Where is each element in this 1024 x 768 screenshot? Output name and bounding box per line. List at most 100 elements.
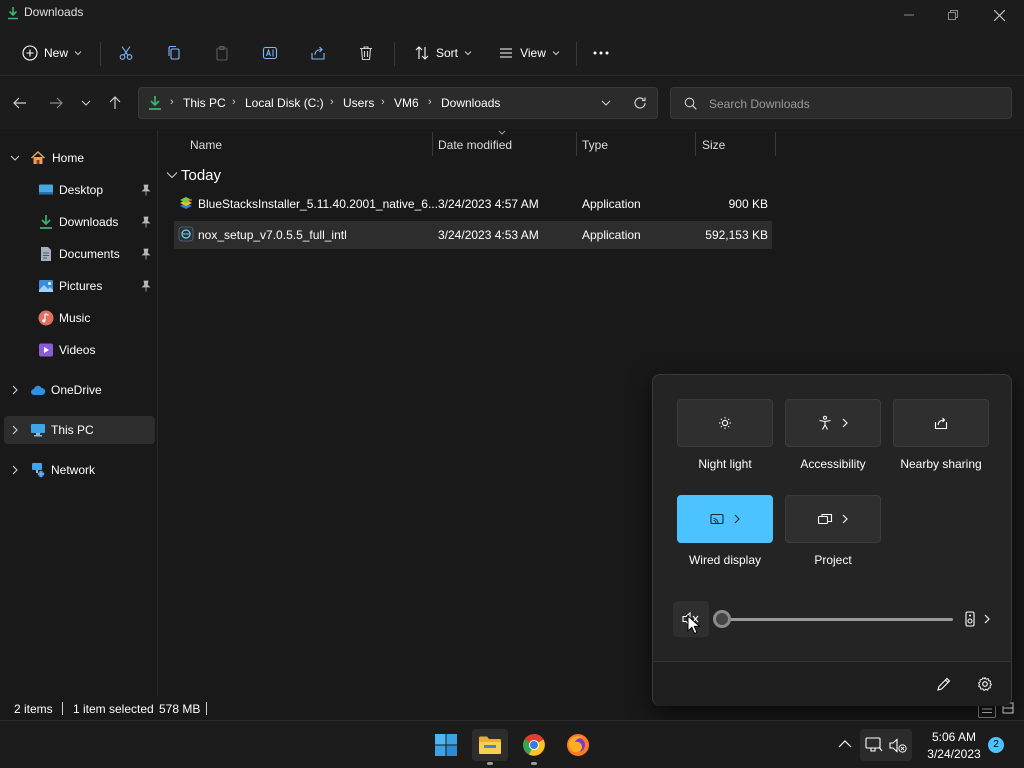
pin-icon[interactable] (141, 248, 151, 260)
search-input[interactable] (709, 95, 999, 113)
sidebar-item-home[interactable]: Home (4, 144, 155, 172)
gear-icon[interactable] (977, 676, 993, 692)
status-separator (62, 702, 63, 715)
more-options-button[interactable] (585, 37, 617, 69)
sort-button[interactable]: Sort (404, 37, 482, 69)
sidebar-item-videos[interactable]: Videos (4, 336, 155, 364)
mouse-cursor-icon (687, 615, 701, 635)
column-header-name[interactable]: Name (190, 138, 222, 152)
breadcrumb-users[interactable]: Users (343, 96, 374, 110)
tile-wired-display[interactable] (677, 495, 773, 543)
pin-icon[interactable] (141, 216, 151, 228)
refresh-icon[interactable] (633, 96, 647, 110)
sidebar-item-documents[interactable]: Documents (4, 240, 155, 268)
breadcrumb-vm6[interactable]: VM6 (394, 96, 419, 110)
tile-label: Nearby sharing (900, 457, 982, 471)
forward-button[interactable] (42, 89, 70, 117)
paste-button[interactable] (206, 37, 238, 69)
pin-icon[interactable] (141, 280, 151, 292)
chevron-right-icon[interactable] (983, 614, 991, 624)
chevron-right-icon[interactable] (10, 425, 20, 435)
breadcrumb-downloads[interactable]: Downloads (441, 96, 500, 110)
taskbar-file-explorer[interactable] (472, 729, 508, 761)
column-header-type[interactable]: Type (582, 138, 608, 152)
cut-button[interactable] (110, 37, 142, 69)
window-title: Downloads (24, 5, 84, 19)
column-divider[interactable] (432, 132, 433, 156)
tile-accessibility[interactable] (785, 399, 881, 447)
sort-label: Sort (435, 46, 458, 60)
share-icon (311, 46, 325, 60)
column-divider[interactable] (576, 132, 577, 156)
volume-slider-thumb[interactable] (713, 610, 731, 628)
sidebar-item-desktop[interactable]: Desktop (4, 176, 155, 204)
new-button[interactable]: New (14, 37, 90, 69)
sidebar-item-label: OneDrive (51, 383, 102, 397)
sidebar-item-network[interactable]: Network (4, 456, 155, 484)
column-header-size[interactable]: Size (702, 138, 725, 152)
table-row[interactable]: nox_setup_v7.0.5.5_full_intl 3/24/2023 4… (174, 221, 772, 249)
sidebar-item-pictures[interactable]: Pictures (4, 272, 155, 300)
group-header-today[interactable]: Today (181, 167, 221, 184)
running-indicator (487, 762, 493, 765)
show-hidden-icons-chevron-icon[interactable] (838, 739, 852, 749)
back-button[interactable] (6, 89, 34, 117)
recent-locations-button[interactable] (72, 89, 100, 117)
sidebar-item-onedrive[interactable]: OneDrive (4, 376, 155, 404)
share-icon (934, 417, 948, 430)
notification-badge[interactable]: 2 (988, 737, 1004, 753)
table-row[interactable]: BlueStacksInstaller_5.11.40.2001_native_… (174, 190, 772, 218)
breadcrumb-local-disk[interactable]: Local Disk (C:) (245, 96, 324, 110)
breadcrumb-separator: › (428, 96, 432, 108)
audio-output-device-icon[interactable] (964, 611, 976, 627)
bluestacks-app-icon (180, 197, 192, 209)
clock-date[interactable]: 3/24/2023 (920, 747, 988, 761)
network-wired-icon (865, 737, 883, 752)
chevron-down-icon[interactable] (10, 153, 20, 163)
tile-project[interactable] (785, 495, 881, 543)
chevron-right-icon[interactable] (10, 465, 20, 475)
search-box[interactable] (670, 87, 1012, 119)
sidebar-item-music[interactable]: Music (4, 304, 155, 332)
column-divider[interactable] (695, 132, 696, 156)
tile-night-light[interactable] (677, 399, 773, 447)
clock-time[interactable]: 5:06 AM (920, 730, 988, 744)
address-bar[interactable]: › This PC › Local Disk (C:) › Users › VM… (138, 87, 658, 119)
copy-icon (168, 45, 180, 60)
chevron-down-icon[interactable] (601, 100, 611, 106)
home-icon (30, 150, 46, 164)
navigation-row: › This PC › Local Disk (C:) › Users › VM… (0, 77, 1024, 129)
view-button[interactable]: View (490, 37, 568, 69)
tile-label: Accessibility (800, 457, 866, 471)
minimize-button[interactable] (886, 0, 932, 30)
delete-button[interactable] (350, 37, 382, 69)
share-button[interactable] (302, 37, 334, 69)
ellipsis-icon (593, 51, 609, 55)
taskbar-chrome[interactable] (516, 729, 552, 761)
file-type: Application (582, 197, 641, 211)
restore-button[interactable] (930, 0, 976, 30)
column-header-date[interactable]: Date modified (438, 138, 512, 152)
pin-icon[interactable] (141, 184, 151, 196)
sidebar-item-downloads[interactable]: Downloads (4, 208, 155, 236)
sidebar-item-this-pc[interactable]: This PC (4, 416, 155, 444)
sidebar-item-label: Documents (59, 247, 120, 261)
tile-nearby-sharing[interactable] (893, 399, 989, 447)
chevron-right-icon[interactable] (10, 385, 20, 395)
copy-button[interactable] (158, 37, 190, 69)
breadcrumb-this-pc[interactable]: This PC (183, 96, 226, 110)
navigation-pane: Home Desktop Downloads Documents Picture… (0, 130, 158, 696)
taskbar-firefox[interactable] (560, 729, 596, 761)
rename-button[interactable] (254, 37, 286, 69)
scissors-icon (119, 46, 133, 60)
network-volume-tray-button[interactable] (860, 729, 912, 761)
arrow-left-icon (13, 97, 26, 109)
file-name: nox_setup_v7.0.5.5_full_intl (198, 228, 347, 242)
close-button[interactable] (976, 0, 1022, 30)
volume-slider-track[interactable] (723, 618, 953, 621)
pencil-icon[interactable] (936, 676, 952, 692)
column-divider[interactable] (775, 132, 776, 156)
start-button[interactable] (428, 729, 464, 761)
chevron-down-icon[interactable] (166, 171, 178, 179)
up-button[interactable] (101, 89, 129, 117)
